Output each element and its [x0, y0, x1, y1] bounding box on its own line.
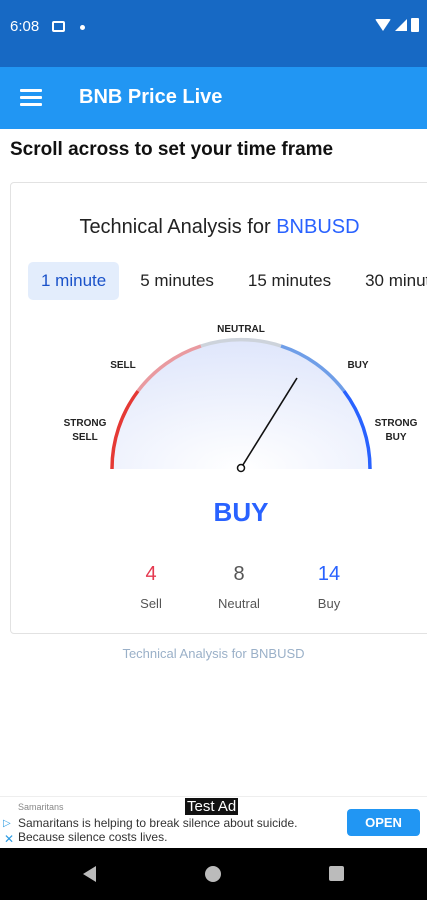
- gauge-label-strong-sell-line1: STRONG: [64, 418, 107, 429]
- gauge-label-neutral: NEUTRAL: [217, 324, 265, 335]
- gauge-label-sell: SELL: [110, 360, 136, 371]
- stat-buy-label: Buy: [317, 596, 341, 611]
- gauge-label-strong-sell-line2: SELL: [72, 432, 98, 443]
- ad-open-button[interactable]: OPEN: [347, 809, 420, 836]
- recent-apps-icon[interactable]: [329, 866, 344, 881]
- gauge-label-strong-buy-line2: BUY: [385, 432, 406, 443]
- app-bar: BNB Price Live: [0, 67, 427, 129]
- stat-buy: 14 Buy: [289, 563, 369, 611]
- stat-sell-count: 4: [145, 563, 157, 585]
- stat-sell-label: Sell: [140, 596, 162, 611]
- ad-banner[interactable]: Samaritans Test Ad ▷ ✕ Samaritans is hel…: [0, 796, 427, 848]
- card-title: Technical Analysis for BNBUSD: [11, 216, 427, 239]
- card-title-prefix: Technical Analysis for: [79, 216, 271, 238]
- tab-30-minutes[interactable]: 30 minutes: [352, 262, 427, 300]
- technical-analysis-card: Technical Analysis for BNBUSD 1 minute 5…: [10, 182, 427, 634]
- gauge-face: [112, 340, 370, 469]
- stat-neutral-count: 8: [233, 563, 245, 585]
- ad-line-1: Samaritans is helping to break silence a…: [18, 816, 298, 830]
- ad-advertiser: Samaritans: [18, 802, 64, 812]
- analysis-gauge: NEUTRAL SELL BUY STRONG SELL STRONG BUY: [64, 324, 418, 473]
- message-notification-icon: [52, 21, 65, 32]
- stat-neutral-label: Neutral: [218, 596, 260, 611]
- app-title: BNB Price Live: [79, 86, 223, 108]
- back-icon[interactable]: [83, 866, 96, 882]
- tab-15-minutes[interactable]: 15 minutes: [235, 262, 344, 300]
- ad-choices-icon[interactable]: ▷: [3, 818, 11, 829]
- notification-dot-icon: [80, 25, 85, 30]
- wifi-icon: [375, 19, 391, 31]
- analysis-verdict: BUY: [213, 497, 269, 527]
- home-icon[interactable]: [205, 866, 221, 882]
- stat-sell: 4 Sell: [111, 563, 191, 611]
- card-title-symbol[interactable]: BNBUSD: [276, 216, 359, 238]
- battery-icon: [411, 18, 419, 32]
- gauge-label-buy: BUY: [347, 360, 368, 371]
- gauge-label-strong-buy-line1: STRONG: [375, 418, 418, 429]
- timeframe-tabs: 1 minute 5 minutes 15 minutes 30 minutes: [28, 262, 427, 300]
- stat-neutral: 8 Neutral: [199, 563, 279, 611]
- tab-1-minute[interactable]: 1 minute: [28, 262, 120, 300]
- status-bar: 6:08: [0, 0, 427, 67]
- time-frame-instruction: Scroll across to set your time frame: [10, 139, 334, 160]
- gauge-needle-pivot: [236, 463, 246, 473]
- menu-icon[interactable]: [20, 89, 42, 107]
- ad-text: Samaritans is helping to break silence a…: [18, 816, 338, 844]
- footer-caption[interactable]: Technical Analysis for BNBUSD: [0, 646, 427, 661]
- system-nav-bar: [0, 848, 427, 900]
- ad-test-badge: Test Ad: [185, 798, 239, 815]
- ad-close-icon[interactable]: ✕: [4, 832, 14, 846]
- status-icons: [375, 18, 419, 32]
- cell-signal-icon: [395, 19, 407, 31]
- status-time: 6:08: [10, 18, 40, 35]
- stat-buy-count: 14: [317, 563, 341, 585]
- ad-line-2: Because silence costs lives.: [18, 830, 168, 844]
- tab-5-minutes[interactable]: 5 minutes: [127, 262, 227, 300]
